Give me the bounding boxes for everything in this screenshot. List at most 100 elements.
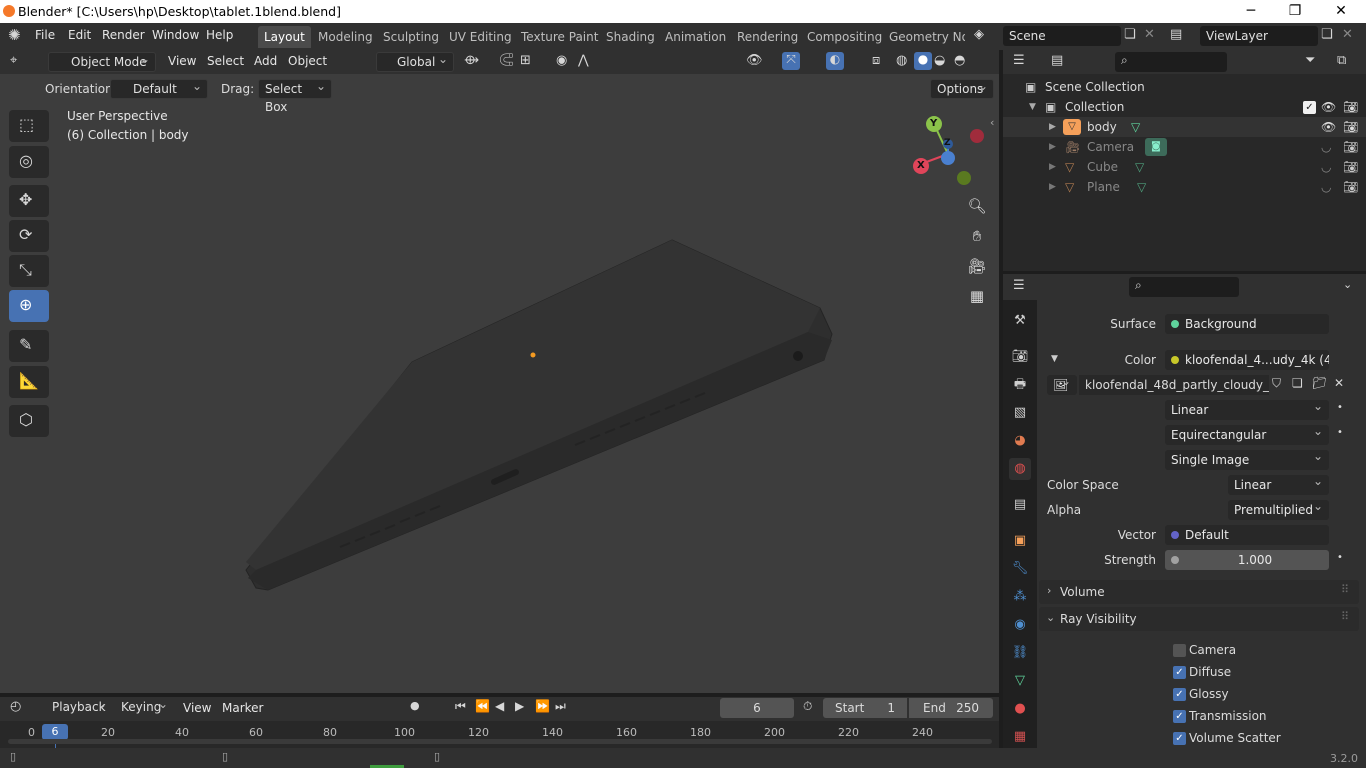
modifier-tab-icon[interactable]: 🔧︎ (1009, 558, 1031, 580)
object-tab-icon[interactable]: ▣ (1009, 530, 1031, 552)
tab-compositing[interactable]: Compositing (801, 26, 888, 48)
scene-icon[interactable]: ◈ (974, 27, 984, 42)
menu-help[interactable]: Help (206, 28, 233, 42)
physics-tab-icon[interactable]: ◉ (1009, 614, 1031, 636)
add-cube-tool[interactable]: ⬡ (9, 405, 49, 437)
outliner-search-input[interactable] (1115, 52, 1227, 72)
menu-render[interactable]: Render (102, 28, 145, 42)
close-button[interactable]: ✕ (1318, 0, 1364, 23)
body-render-icon[interactable]: 📷︎ (1343, 117, 1358, 137)
delete-view-layer-icon[interactable]: ✕ (1342, 27, 1353, 42)
solid-shading-icon[interactable]: ● (914, 52, 932, 70)
world-tab-icon[interactable]: ◍ (1009, 458, 1031, 480)
rotate-tool[interactable]: ⟳ (9, 220, 49, 252)
menu-edit[interactable]: Edit (68, 28, 91, 42)
open-image-folder-icon[interactable]: 📁︎ (1312, 376, 1327, 390)
volume-scatter-ray-checkbox[interactable]: ✓ (1173, 732, 1186, 745)
camera-render-icon[interactable]: 📷︎ (1343, 137, 1358, 157)
drag-handle-icon[interactable]: ⠿ (1341, 583, 1349, 596)
constraints-tab-icon[interactable]: ⛓ (1009, 642, 1031, 664)
output-tab-icon[interactable]: 🖶 (1009, 374, 1031, 396)
camera-view-icon[interactable]: 🎥︎ (963, 252, 991, 280)
minimize-button[interactable]: ─ (1228, 0, 1274, 23)
tab-geometry-nodes[interactable]: Geometry Noc (883, 26, 965, 48)
tool-tab-icon[interactable]: ⚒ (1009, 310, 1031, 332)
fake-user-shield-icon[interactable]: ⛉ (1272, 376, 1281, 391)
visibility-icon[interactable]: 👁︎ (746, 53, 763, 68)
xray-icon[interactable]: ⧈ (872, 53, 880, 68)
menu-select[interactable]: Select (207, 54, 244, 68)
particles-tab-icon[interactable]: ⁂ (1009, 586, 1031, 608)
end-frame-field[interactable]: End 250 (909, 698, 993, 718)
blender-menu-icon[interactable]: ✺ (8, 26, 21, 44)
expand-icon[interactable]: ▶ (1049, 177, 1056, 197)
proportional-edit-icon[interactable]: ◉ (556, 53, 567, 68)
menu-view[interactable]: View (168, 54, 196, 68)
interpolation-dropdown[interactable]: Linear (1165, 396, 1329, 420)
wireframe-shading-icon[interactable]: ◍ (896, 53, 907, 68)
outliner-item-plane[interactable]: ▶ ▽ Plane ▽ ◡ 📷︎ (1003, 177, 1366, 197)
snap-icon[interactable]: 🧲︎ (498, 53, 515, 68)
view-layer-field[interactable]: ViewLayer (1200, 26, 1318, 46)
properties-options-icon[interactable]: ⌄ (1343, 278, 1352, 291)
plane-hidden-icon[interactable]: ◡ (1321, 177, 1331, 197)
auto-keying-icon[interactable]: ● (410, 699, 420, 712)
cube-hidden-icon[interactable]: ◡ (1321, 157, 1331, 177)
scene-tab-icon[interactable]: ◕ (1009, 430, 1031, 452)
camera-data-icon[interactable]: ◙ (1145, 138, 1167, 156)
data-tab-icon[interactable]: ▽ (1009, 670, 1031, 692)
start-frame-field[interactable]: Start 1 (823, 698, 907, 718)
transform-orientation-dropdown[interactable]: Global (376, 50, 454, 72)
material-shading-icon[interactable]: ◒ (934, 53, 945, 68)
editor-type-icon[interactable]: ⌖ (10, 53, 17, 68)
gizmo-toggle-icon[interactable]: ⤧ (782, 52, 800, 70)
body-visibility-icon[interactable]: 👁︎ (1321, 117, 1336, 137)
collection-tab-icon[interactable]: ▤ (1009, 494, 1031, 516)
new-image-icon[interactable]: ❏ (1292, 376, 1303, 390)
transform-tool[interactable]: ⊕ (9, 290, 49, 322)
tab-sculpting[interactable]: Sculpting (377, 26, 445, 48)
glossy-ray-checkbox[interactable]: ✓ (1173, 688, 1186, 701)
tab-rendering[interactable]: Rendering (731, 26, 804, 48)
properties-editor-icon[interactable]: ☰ (1013, 278, 1025, 293)
menu-object[interactable]: Object (288, 54, 327, 68)
outliner-editor-icon[interactable]: ☰ (1013, 53, 1025, 68)
drag-dropdown[interactable]: Select Box (258, 77, 332, 114)
plane-render-icon[interactable]: 📷︎ (1343, 177, 1358, 197)
keyframe-dot-icon[interactable]: • (1337, 552, 1343, 563)
colorspace-dropdown[interactable]: Linear (1228, 471, 1329, 495)
falloff-icon[interactable]: ⋀ (578, 53, 589, 68)
navigation-gizmo[interactable] (908, 114, 988, 194)
collection-render-icon[interactable]: 📷︎ (1343, 97, 1358, 117)
camera-ray-checkbox[interactable] (1173, 644, 1186, 657)
surface-field[interactable]: Background (1165, 314, 1329, 334)
sidebar-toggle-icon[interactable]: ‹ (990, 116, 994, 129)
measure-tool[interactable]: 📐 (9, 366, 49, 398)
diffuse-ray-checkbox[interactable]: ✓ (1173, 666, 1186, 679)
collection-include-checkbox[interactable]: ✓ (1303, 101, 1316, 114)
timeline-editor-icon[interactable]: ◴ (10, 699, 21, 714)
mesh-data-icon[interactable]: ▽ (1131, 117, 1140, 137)
snap-target-icon[interactable]: ⊞ (520, 53, 531, 68)
new-scene-icon[interactable]: ❏ (1124, 27, 1136, 42)
keyframe-dot-icon[interactable]: • (1337, 427, 1343, 438)
render-tab-icon[interactable]: 📷︎ (1009, 346, 1031, 368)
view-layer-icon[interactable]: ▤ (1170, 27, 1182, 42)
camera-hidden-icon[interactable]: ◡ (1321, 137, 1331, 157)
outliner-scene-collection[interactable]: ▣ Scene Collection (1003, 77, 1366, 97)
pan-hand-icon[interactable]: ✋︎ (963, 222, 991, 250)
orientation-dropdown[interactable]: Default (110, 77, 208, 99)
timeline-view-menu[interactable]: View (183, 701, 211, 715)
texture-tab-icon[interactable]: ▦ (1009, 726, 1031, 748)
pivot-icon[interactable]: ⟴ (464, 53, 479, 68)
delete-scene-icon[interactable]: ✕ (1144, 27, 1155, 42)
select-box-tool[interactable]: ⬚ (9, 110, 49, 142)
source-dropdown[interactable]: Single Image (1165, 446, 1329, 470)
alpha-dropdown[interactable]: Premultiplied (1228, 496, 1329, 520)
tab-texture-paint[interactable]: Texture Paint (515, 26, 604, 48)
next-keyframe-icon[interactable]: ⏩ (535, 699, 550, 713)
outliner-item-camera[interactable]: ▶ 🎥︎ Camera ◙ ◡ 📷︎ (1003, 137, 1366, 157)
collapse-icon[interactable]: ▼ (1029, 97, 1036, 117)
maximize-button[interactable]: ❐ (1272, 0, 1318, 23)
volume-panel-header[interactable]: › Volume ⠿ (1039, 580, 1359, 604)
